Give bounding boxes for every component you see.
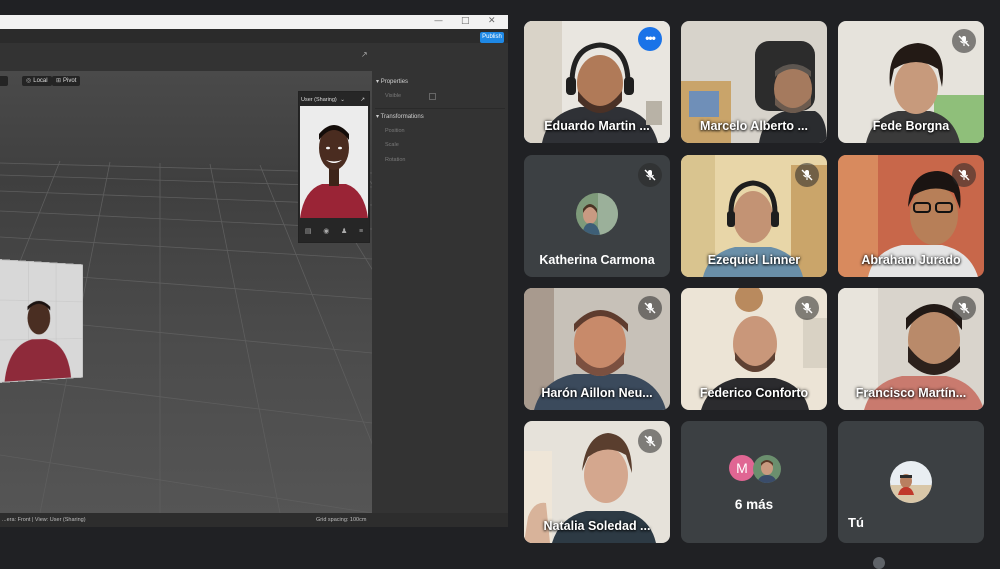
chevron-down-icon: ⌄ bbox=[340, 97, 345, 103]
properties-panel: ▾ Properties Visible ▾ Transformations P… bbox=[372, 71, 508, 513]
visible-checkbox[interactable] bbox=[429, 93, 436, 100]
view-menu-button[interactable] bbox=[0, 76, 8, 86]
mic-off-indicator bbox=[638, 163, 662, 187]
visible-label: Visible bbox=[385, 93, 402, 99]
participant-tile[interactable]: Ezequiel Linner bbox=[681, 155, 827, 277]
participant-avatar-initial: M bbox=[729, 455, 755, 481]
self-tile[interactable]: Tú bbox=[838, 421, 984, 543]
camera-icon[interactable]: ▤ bbox=[305, 227, 312, 235]
popout-icon[interactable]: ↗ bbox=[360, 94, 365, 106]
rotation-label: Rotation bbox=[385, 157, 406, 163]
participant-tile[interactable]: Francisco Martín... bbox=[838, 288, 984, 410]
popout-icon[interactable]: ↗ bbox=[361, 50, 368, 59]
participant-tile[interactable]: Harón Aillon Neu... bbox=[524, 288, 670, 410]
person-icon[interactable]: ♟ bbox=[341, 227, 347, 235]
editor-toolbar bbox=[0, 29, 508, 43]
participant-name: Fede Borgna bbox=[872, 119, 950, 133]
more-icon: ••• bbox=[645, 31, 656, 45]
transformations-header: Transformations bbox=[380, 114, 424, 120]
participant-name: Federico Conforto bbox=[699, 386, 809, 400]
participant-tile[interactable]: Federico Conforto bbox=[681, 288, 827, 410]
mic-off-icon bbox=[958, 35, 970, 47]
participant-name: Harón Aillon Neu... bbox=[541, 386, 653, 400]
mic-off-icon bbox=[644, 435, 656, 447]
participant-name: Ezequiel Linner bbox=[707, 253, 801, 267]
3d-viewport[interactable]: ◎ Local ⊞ Pivot User (Sharing) ⌄ ↗ ▤ ◉ ♟… bbox=[0, 71, 372, 513]
publish-button[interactable]: Publish bbox=[480, 32, 504, 43]
participant-tile[interactable]: Katherina Carmona bbox=[524, 155, 670, 277]
close-icon[interactable]: ✕ bbox=[488, 16, 496, 26]
participant-name: Natalia Soledad ... bbox=[543, 519, 651, 533]
local-button[interactable]: ◎ Local bbox=[22, 76, 52, 86]
mic-off-indicator bbox=[638, 429, 662, 453]
camera-preview-video bbox=[300, 106, 368, 218]
participant-avatar bbox=[753, 455, 781, 483]
self-label: Tú bbox=[848, 515, 864, 530]
menu-icon[interactable]: ≡ bbox=[359, 228, 363, 235]
mic-off-icon bbox=[958, 302, 970, 314]
mic-off-indicator bbox=[795, 163, 819, 187]
minimize-icon[interactable]: — bbox=[434, 16, 443, 26]
editor-strip: ↗ bbox=[0, 43, 508, 72]
pivot-icon: ⊞ bbox=[56, 78, 62, 84]
mic-off-icon bbox=[644, 169, 656, 181]
mic-off-indicator bbox=[952, 29, 976, 53]
properties-header: Properties bbox=[380, 79, 409, 85]
mic-off-icon bbox=[958, 169, 970, 181]
maximize-icon[interactable]: □ bbox=[461, 16, 470, 26]
shared-screen: — □ ✕ Publish ↗ ◎ Local ⊞ Pivot User (Sh… bbox=[0, 15, 508, 527]
mic-off-indicator bbox=[952, 296, 976, 320]
chevron-down-icon[interactable]: ▾ bbox=[376, 79, 379, 85]
mic-off-indicator bbox=[638, 296, 662, 320]
scroll-indicator bbox=[873, 557, 885, 569]
status-grid-spacing: Grid spacing: 100cm bbox=[316, 517, 367, 523]
camera-preview-panel: User (Sharing) ⌄ ↗ ▤ ◉ ♟ ≡ bbox=[298, 91, 370, 243]
window-title-bar: — □ ✕ bbox=[0, 15, 508, 29]
participant-name: Marcelo Alberto ... bbox=[700, 119, 808, 133]
self-avatar bbox=[890, 461, 932, 503]
scale-label: Scale bbox=[385, 142, 399, 148]
participant-tile[interactable]: ••• Eduardo Martin ... bbox=[524, 21, 670, 143]
participant-tile[interactable]: Fede Borgna bbox=[838, 21, 984, 143]
person-video-texture bbox=[0, 260, 82, 382]
mic-off-icon bbox=[801, 169, 813, 181]
position-label: Position bbox=[385, 128, 405, 134]
participant-tile[interactable]: Marcelo Alberto ... bbox=[681, 21, 827, 143]
participant-tile[interactable]: Abraham Jurado bbox=[838, 155, 984, 277]
participant-tile[interactable]: Natalia Soledad ... bbox=[524, 421, 670, 543]
participant-name: Francisco Martín... bbox=[855, 386, 967, 400]
participant-avatar bbox=[576, 193, 618, 235]
participant-name: Abraham Jurado bbox=[861, 253, 961, 267]
mic-off-icon bbox=[801, 302, 813, 314]
pivot-button[interactable]: ⊞ Pivot bbox=[52, 76, 81, 86]
status-bar: ...era: Front | View: User (Sharing) Gri… bbox=[0, 513, 508, 527]
mic-off-icon bbox=[644, 302, 656, 314]
more-participants-label: 6 más bbox=[734, 497, 774, 512]
participant-name: Eduardo Martin ... bbox=[544, 119, 650, 133]
chevron-down-icon[interactable]: ▾ bbox=[376, 114, 379, 120]
mic-off-indicator bbox=[795, 296, 819, 320]
camera-select[interactable]: User (Sharing) bbox=[301, 97, 337, 103]
mic-off-indicator bbox=[952, 163, 976, 187]
local-icon: ◎ bbox=[26, 78, 32, 84]
video-plane-object[interactable] bbox=[0, 259, 84, 383]
more-participants-tile[interactable]: M 6 más bbox=[681, 421, 827, 543]
person-video bbox=[300, 106, 368, 218]
participant-name: Katherina Carmona bbox=[539, 253, 655, 267]
status-view-info: ...era: Front | View: User (Sharing) bbox=[2, 517, 86, 523]
more-options-button[interactable]: ••• bbox=[638, 27, 662, 51]
snapshot-icon[interactable]: ◉ bbox=[323, 227, 329, 235]
